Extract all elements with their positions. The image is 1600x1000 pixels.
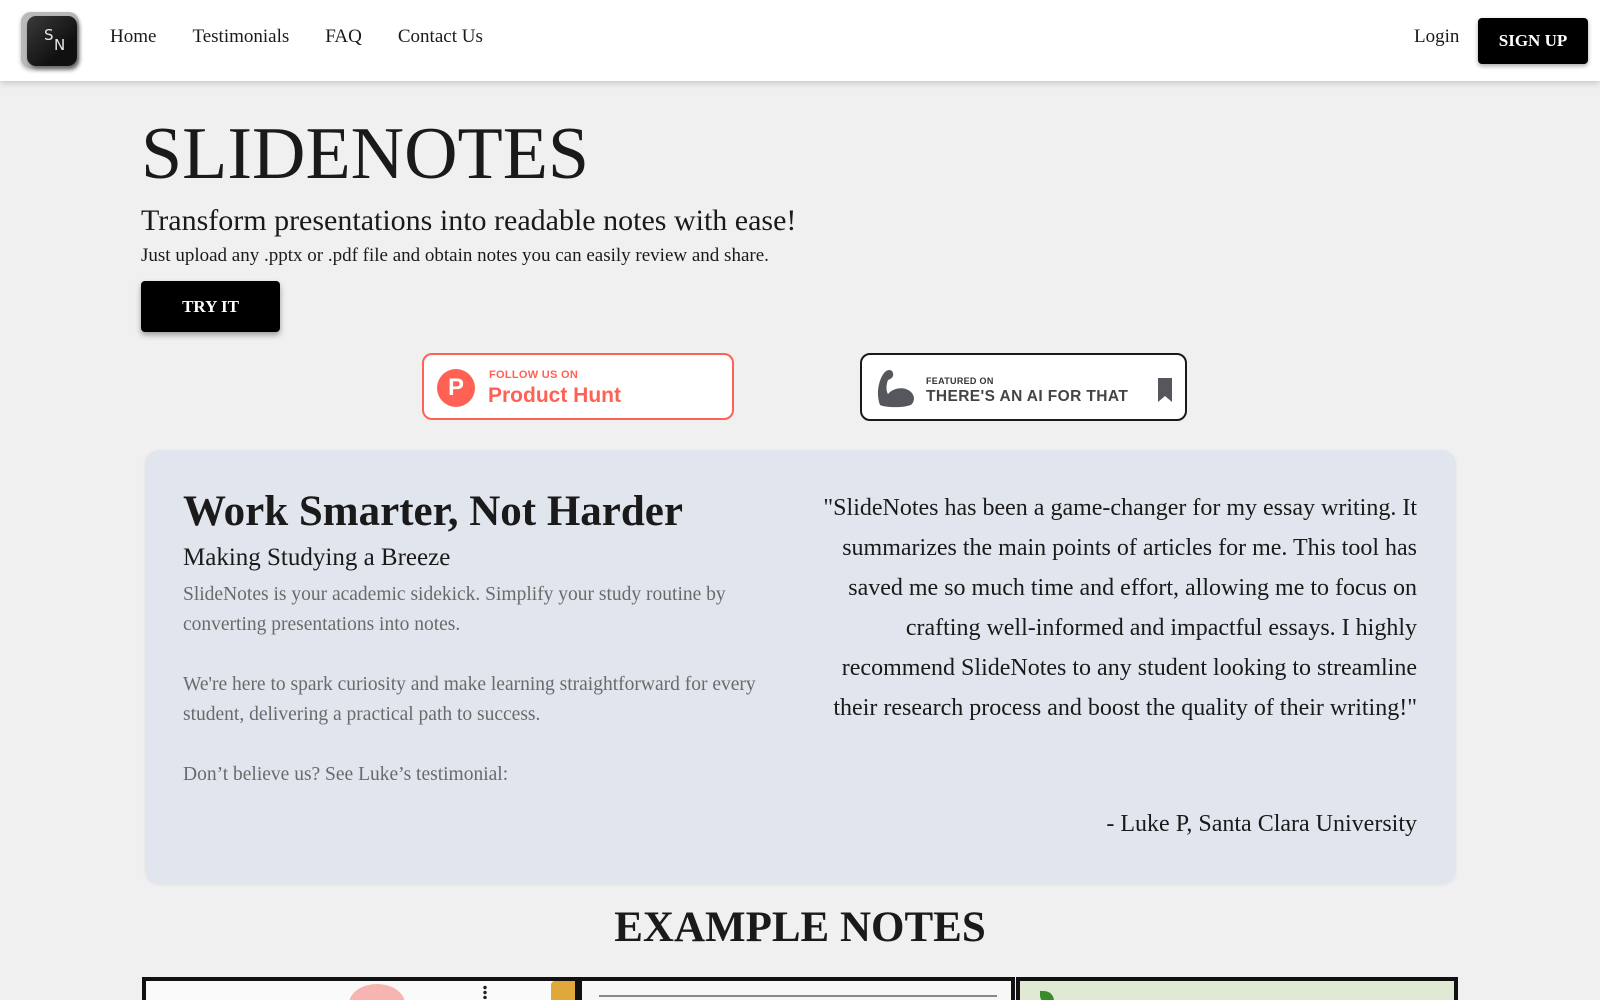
thumbnail-leaf-icon — [1040, 991, 1054, 1000]
thumbnail-pink-circle — [349, 984, 405, 1000]
logo-letter-n: N — [54, 36, 66, 54]
sign-up-button[interactable]: SIGN UP — [1478, 18, 1588, 64]
slidenotes-logo[interactable]: S N — [21, 12, 79, 68]
panel-subtitle: Making Studying a Breeze — [183, 544, 451, 571]
ai-badge-big-text: THERE'S AN AI FOR THAT — [926, 388, 1129, 405]
product-hunt-badge-small-text: FOLLOW US ON — [489, 369, 579, 381]
example-note-thumbnail-1[interactable] — [142, 977, 579, 1000]
top-navbar: S N Home Testimonials FAQ Contact Us Log… — [0, 0, 1600, 81]
theres-an-ai-for-that-badge[interactable]: FEATURED ON THERE'S AN AI FOR THAT — [860, 353, 1187, 421]
example-notes-heading: EXAMPLE NOTES — [614, 904, 986, 951]
example-note-thumbnail-3[interactable] — [1016, 977, 1458, 1000]
nav-link-contact-us[interactable]: Contact Us — [398, 26, 483, 48]
testimonial-attribution: - Luke P, Santa Clara University — [1106, 811, 1417, 837]
try-it-button[interactable]: TRY IT — [141, 281, 280, 332]
hero-subtitle: Transform presentations into readable no… — [141, 204, 797, 237]
flexed-arm-icon — [877, 370, 914, 408]
ai-badge-small-text: FEATURED ON — [926, 376, 994, 386]
panel-title: Work Smarter, Not Harder — [183, 488, 683, 535]
panel-paragraph-2: We're here to spark curiosity and make l… — [183, 674, 756, 725]
thumbnail-emoji-icon — [551, 981, 575, 1000]
hero-description: Just upload any .pptx or .pdf file and o… — [141, 245, 769, 266]
login-link[interactable]: Login — [1414, 26, 1459, 48]
nav-link-home[interactable]: Home — [110, 26, 156, 48]
product-hunt-badge[interactable]: P FOLLOW US ON Product Hunt — [422, 353, 734, 420]
nav-link-faq[interactable]: FAQ — [325, 26, 362, 48]
panel-paragraph-3: Don’t believe us? See Luke’s testimonial… — [183, 764, 509, 785]
bookmark-icon — [1158, 378, 1172, 402]
nav-link-testimonials[interactable]: Testimonials — [192, 26, 289, 48]
hero-title: SLIDENOTES — [141, 113, 590, 195]
thumbnail-dots — [483, 985, 487, 999]
example-note-thumbnail-2[interactable] — [578, 977, 1015, 1000]
thumbnail-line — [599, 995, 997, 997]
nav-links: Home Testimonials FAQ Contact Us — [110, 26, 519, 48]
testimonial-quote: "SlideNotes has been a game-changer for … — [823, 495, 1417, 721]
panel-paragraph-1: SlideNotes is your academic sidekick. Si… — [183, 584, 726, 635]
product-hunt-badge-big-text: Product Hunt — [488, 384, 621, 407]
logo-letter-s: S — [44, 26, 54, 44]
product-hunt-icon: P — [437, 369, 475, 407]
